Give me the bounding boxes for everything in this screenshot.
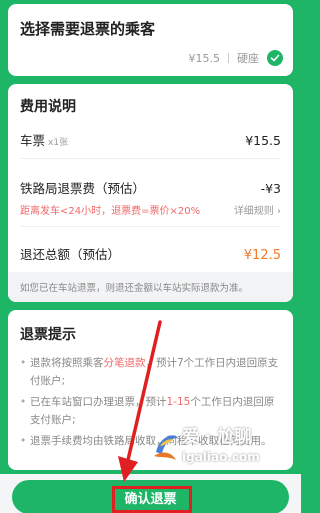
bird-icon (154, 435, 178, 460)
watermark-title: 爱 · 尬聊 (182, 427, 252, 447)
watermark-logo: 爱 · 尬聊 igaliao.com (152, 420, 298, 480)
watermark-url: igaliao.com (182, 450, 260, 464)
